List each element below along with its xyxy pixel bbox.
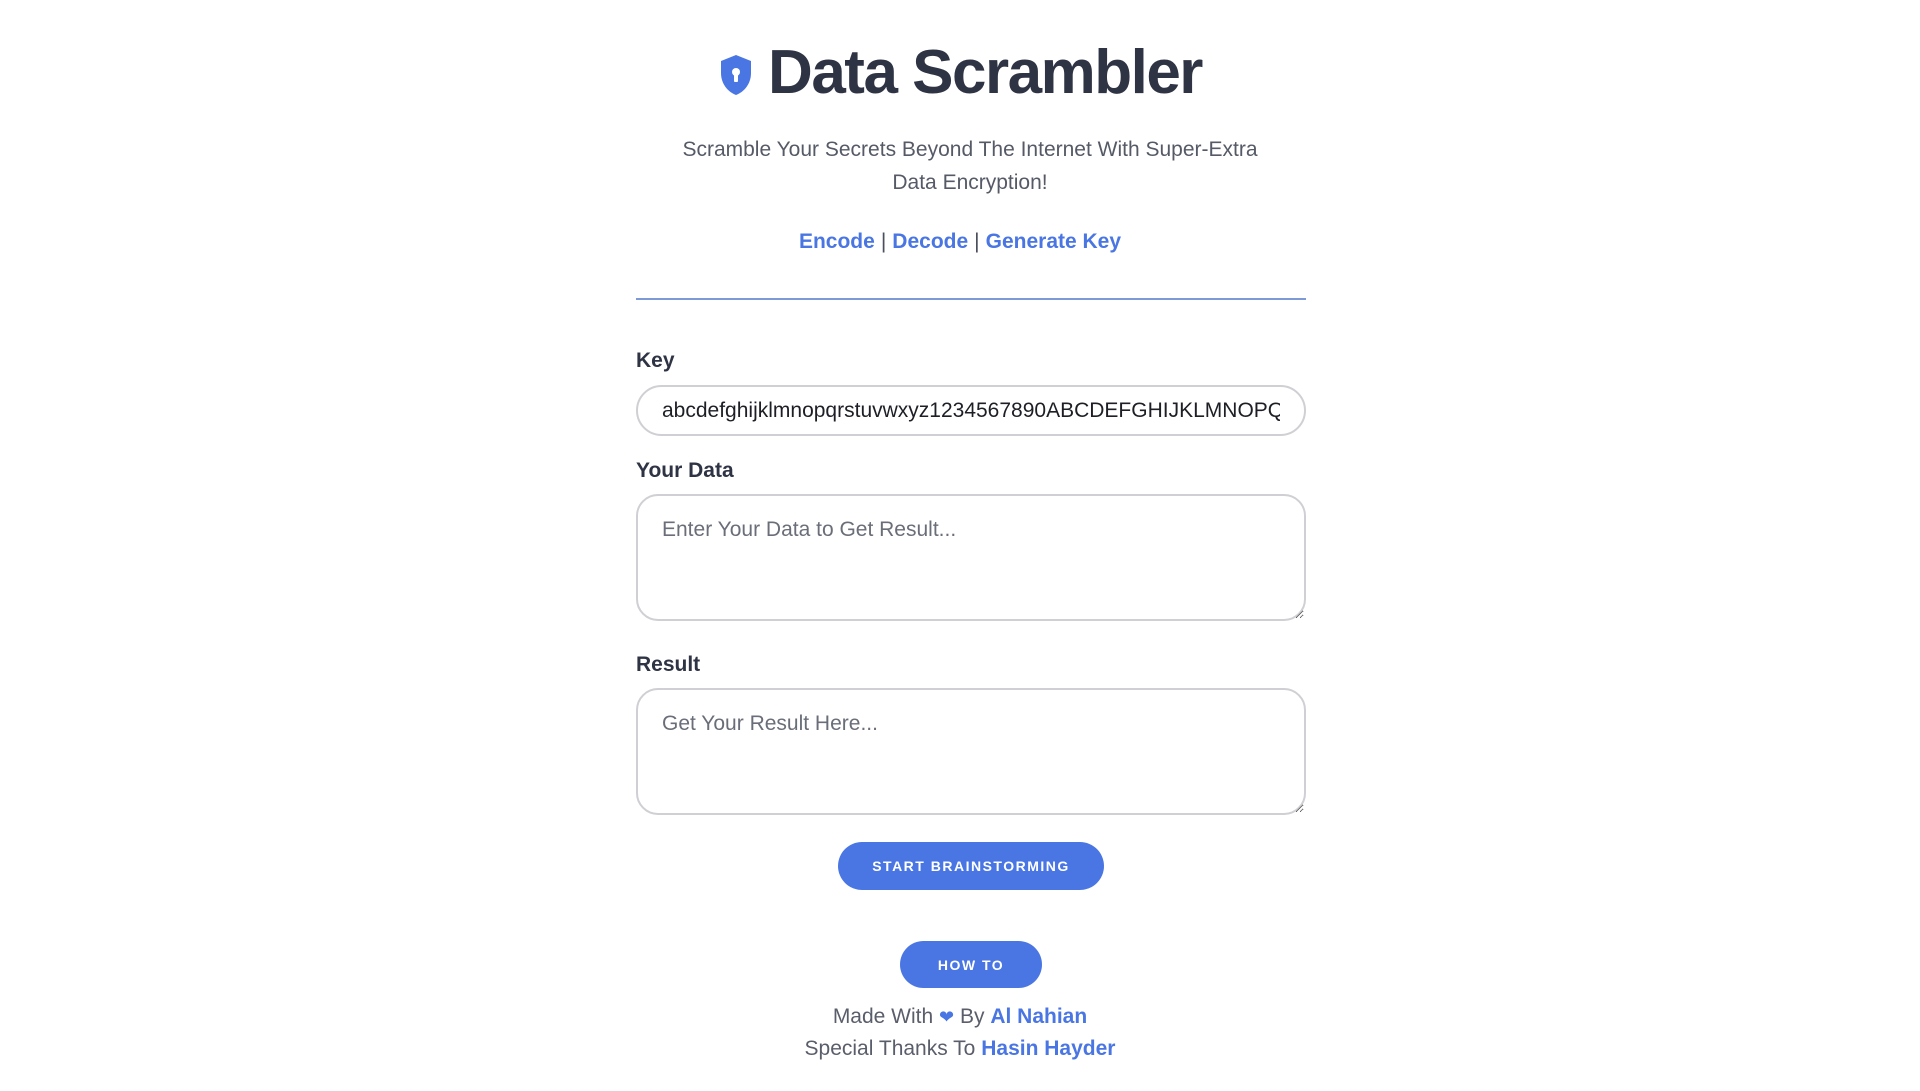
page-title: Data Scrambler: [768, 38, 1203, 107]
your-data-textarea[interactable]: [636, 494, 1306, 621]
thanks-name: Hasin Hayder: [981, 1037, 1116, 1060]
divider: [636, 298, 1306, 300]
result-textarea[interactable]: [636, 688, 1306, 815]
header: Data Scrambler: [0, 38, 1920, 108]
footer-thanks: Special Thanks To Hasin Hayder: [0, 1037, 1920, 1061]
key-label: Key: [636, 349, 675, 372]
footer-made-with: Made With ❤ By Al Nahian: [0, 1005, 1920, 1029]
made-with-text: Made With: [832, 1005, 934, 1028]
generate-key-link[interactable]: Generate Key: [986, 230, 1121, 253]
start-brainstorming-button[interactable]: START BRAINSTORMING: [838, 842, 1104, 890]
subtitle-line-2: Data Encryption!: [892, 171, 1048, 194]
by-text: By: [959, 1005, 985, 1028]
result-label: Result: [636, 653, 701, 676]
how-to-button[interactable]: HOW TO: [900, 941, 1042, 988]
thanks-text: Special Thanks To: [804, 1037, 976, 1060]
your-data-label: Your Data: [636, 459, 734, 482]
shield-lock-icon: [721, 55, 752, 95]
page: Data Scrambler Scramble Your Secrets Bey…: [0, 0, 1920, 1091]
subtitle-line-1: Scramble Your Secrets Beyond The Interne…: [682, 138, 1258, 161]
author-name: Al Nahian: [990, 1005, 1088, 1028]
key-input[interactable]: [636, 385, 1306, 436]
nav-links: Encode | Decode | Generate Key: [0, 230, 1920, 254]
subtitle: Scramble Your Secrets Beyond The Interne…: [630, 133, 1310, 199]
nav-separator: |: [880, 230, 887, 253]
nav-separator: |: [974, 230, 980, 253]
heart-icon: ❤: [939, 1007, 955, 1027]
encode-link[interactable]: Encode: [799, 230, 875, 253]
decode-link[interactable]: Decode: [892, 230, 968, 253]
